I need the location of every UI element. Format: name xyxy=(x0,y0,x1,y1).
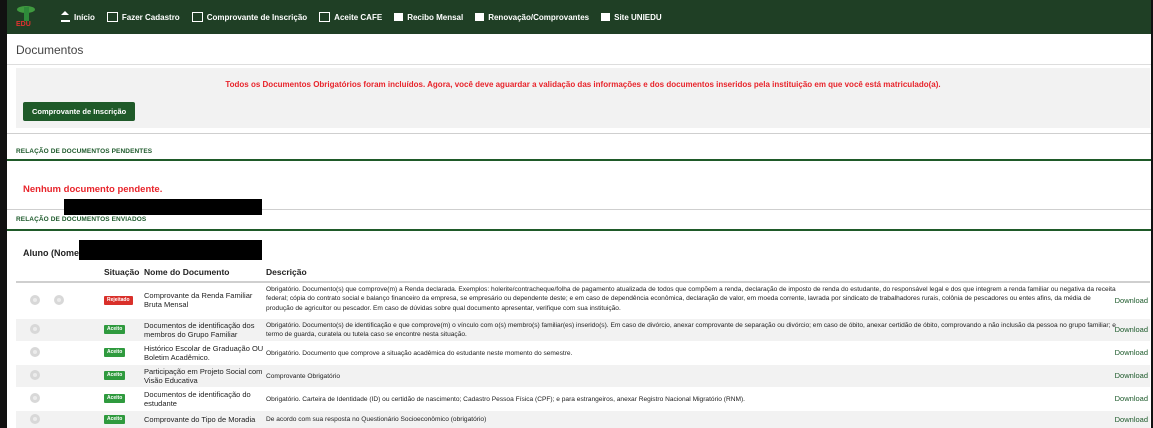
page-title: Documentos xyxy=(16,43,84,57)
column-header-status: Situação xyxy=(104,267,140,277)
no-pending-message: Nenhum documento pendente. xyxy=(23,184,163,195)
view-circle-icon[interactable] xyxy=(30,370,40,380)
view-circle-icon[interactable] xyxy=(30,324,40,334)
nav-item-comprovante-inscricao[interactable]: Comprovante de Inscrição xyxy=(191,12,308,22)
table-row: Aceito Documentos de identificação do es… xyxy=(16,388,1150,410)
table-row: Aceito Histórico Escolar de Graduação OU… xyxy=(16,342,1150,364)
table-row: Aceito Comprovante do Tipo de Moradia De… xyxy=(16,411,1150,428)
view-circle-icon[interactable] xyxy=(30,414,40,424)
status-badge: Aceito xyxy=(104,325,126,334)
divider xyxy=(7,133,1151,134)
page: EDU Início Fazer Cadastro Comprovante de… xyxy=(0,0,1153,428)
status-badge: Aceito xyxy=(104,415,126,424)
nav-item-label: Início xyxy=(74,12,95,22)
document-name: Documentos de identificação do estudante xyxy=(144,390,251,408)
pending-documents-title: RELAÇÃO DE DOCUMENTOS PENDENTES xyxy=(16,148,153,155)
top-navbar: EDU Início Fazer Cadastro Comprovante de… xyxy=(7,0,1151,34)
nav-item-label: Recibo Mensal xyxy=(407,12,464,22)
download-link[interactable]: Download xyxy=(1115,325,1148,334)
column-header-description: Descrição xyxy=(266,267,307,277)
section-divider xyxy=(7,229,1151,231)
section-divider xyxy=(7,159,1151,161)
document-name: Documentos de identificação dos membros … xyxy=(144,321,255,339)
status-badge: Aceito xyxy=(104,348,126,357)
document-name: Comprovante da Renda Familiar Bruta Mens… xyxy=(144,291,253,309)
document-description: Obrigatório. Documento(s) que comprove(m… xyxy=(266,286,1116,312)
redaction-block xyxy=(64,199,262,215)
download-link[interactable]: Download xyxy=(1115,371,1148,380)
nav-item-label: Fazer Cadastro xyxy=(121,12,180,22)
student-name-label: Aluno (Nome): xyxy=(23,248,85,258)
status-badge: Aceito xyxy=(104,371,126,380)
logo-stem-icon xyxy=(24,7,29,21)
edit-icon xyxy=(106,12,118,22)
download-link[interactable]: Download xyxy=(1115,296,1148,305)
view-circle-icon[interactable] xyxy=(30,295,40,305)
status-badge: Rejeitado xyxy=(104,296,133,305)
table-header-divider xyxy=(16,281,1150,283)
uniedu-logo[interactable]: EDU xyxy=(7,0,51,34)
download-link[interactable]: Download xyxy=(1115,348,1148,357)
document-description: Obrigatório. Documento(s) de identificaç… xyxy=(266,322,1116,339)
home-icon xyxy=(61,11,70,22)
nav-item-fazer-cadastro[interactable]: Fazer Cadastro xyxy=(106,12,180,22)
nav-item-label: Comprovante de Inscrição xyxy=(206,12,308,22)
table-header: Situação Nome do Documento Descrição xyxy=(16,262,1150,281)
document-description: Comprovante Obrigatório xyxy=(266,373,341,380)
nav-item-aceite-cafe[interactable]: Aceite CAFE xyxy=(319,12,382,22)
table-row: Aceito Documentos de identificação dos m… xyxy=(16,319,1150,341)
nav-item-renovacao[interactable]: Renovação/Comprovantes xyxy=(475,13,589,22)
document-name: Comprovante do Tipo de Moradia xyxy=(144,415,256,424)
student-name-redaction xyxy=(79,240,262,260)
sent-documents-title: RELAÇÃO DE DOCUMENTOS ENVIADOS xyxy=(16,216,147,223)
nav-item-site-uniedu[interactable]: Site UNIEDU xyxy=(601,13,662,22)
card-icon xyxy=(475,13,485,21)
comprovante-inscricao-button[interactable]: Comprovante de Inscrição xyxy=(23,102,136,121)
download-link[interactable]: Download xyxy=(1115,394,1148,403)
document-icon xyxy=(319,12,331,22)
nav-item-label: Site UNIEDU xyxy=(614,12,662,22)
document-description: De acordo com sua resposta no Questionár… xyxy=(266,416,487,423)
validation-notice: Todos os Documentos Obrigatórios foram i… xyxy=(225,80,941,89)
view-circle-icon[interactable] xyxy=(30,393,40,403)
table-row: Aceito Participação em Projeto Social co… xyxy=(16,365,1150,387)
status-badge: Aceito xyxy=(104,394,126,403)
document-name: Participação em Projeto Social com Visão… xyxy=(144,367,263,385)
left-frame-border xyxy=(0,0,7,428)
card-icon xyxy=(394,13,404,21)
nav-item-label: Renovação/Comprovantes xyxy=(488,12,590,22)
card-icon xyxy=(601,13,611,21)
divider xyxy=(7,64,1151,65)
document-description: Obrigatório. Carteira de Identidade (ID)… xyxy=(266,396,745,403)
download-link[interactable]: Download xyxy=(1115,415,1148,424)
edit-circle-icon[interactable] xyxy=(54,295,64,305)
nav-item-label: Aceite CAFE xyxy=(334,12,383,22)
nav-item-recibo-mensal[interactable]: Recibo Mensal xyxy=(394,13,463,22)
logo-text: EDU xyxy=(16,21,31,28)
document-icon xyxy=(191,12,203,22)
table-row: Rejeitado Comprovante da Renda Familiar … xyxy=(16,284,1150,318)
column-header-name: Nome do Documento xyxy=(144,267,230,277)
view-circle-icon[interactable] xyxy=(30,347,40,357)
notice-panel xyxy=(16,68,1150,128)
nav-item-inicio[interactable]: Início xyxy=(61,11,95,22)
document-name: Histórico Escolar de Graduação OU Boleti… xyxy=(144,344,264,362)
document-description: Obrigatório. Documento que comprove a si… xyxy=(266,350,573,357)
